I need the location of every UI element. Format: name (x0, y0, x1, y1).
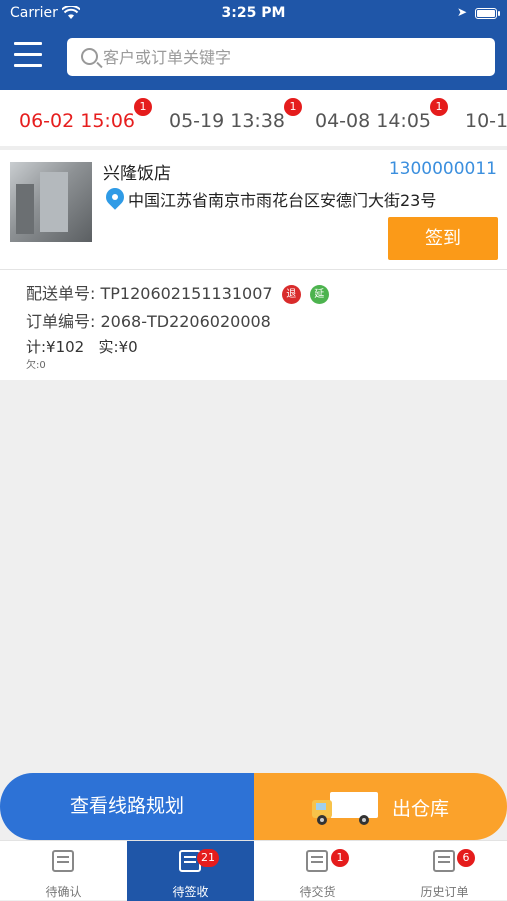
date-tab[interactable]: 06-02 15:06 1 (19, 98, 153, 132)
date-tab-badge: 1 (134, 98, 153, 116)
total-amount: 计:¥102 (26, 338, 85, 356)
top-navbar (0, 28, 507, 90)
tab-pending-signin[interactable]: 21 待签收 (127, 841, 254, 901)
leave-warehouse-label: 出仓库 (392, 798, 450, 820)
search-icon (81, 48, 98, 65)
signin-button[interactable]: 签到 (388, 217, 498, 260)
date-tabs: 06-02 15:06 1 05-19 13:38 1 04-08 14:05 … (0, 90, 507, 146)
order-card[interactable]: 兴隆饭店 1300000011 中国江苏省南京市雨花台区安德门大街23号 签到 … (0, 150, 507, 380)
tab-badge: 21 (197, 849, 219, 867)
truck-icon (312, 792, 378, 825)
tab-label: 待签收 (172, 885, 209, 899)
battery-icon (475, 8, 497, 19)
search-box[interactable] (67, 38, 495, 76)
date-tab[interactable]: 05-19 13:38 1 (169, 98, 303, 132)
confirm-icon (52, 850, 74, 872)
battery-tip (498, 11, 500, 16)
history-icon (433, 850, 455, 872)
tab-label: 历史订单 (420, 885, 469, 899)
date-tab-label: 06-02 15:06 (19, 110, 136, 132)
shop-name: 兴隆饭店 (103, 164, 171, 184)
tab-label: 待交货 (299, 885, 336, 899)
location-pin-icon (102, 184, 128, 210)
search-input[interactable] (103, 38, 483, 76)
phone-link[interactable]: 1300000011 (389, 159, 497, 179)
shop-photo (10, 162, 92, 242)
amounts: 计:¥102 实:¥0 (26, 336, 138, 357)
tab-pending-confirm[interactable]: 待确认 (0, 841, 127, 901)
order-number: 订单编号: 2068-TD2206020008 (26, 312, 271, 331)
tab-badge: 1 (331, 849, 349, 867)
delay-tag: 延 (309, 285, 329, 304)
date-tab-label: 10-19 (465, 110, 507, 132)
address: 中国江苏省南京市雨花台区安德门大街23号 (128, 191, 437, 210)
tab-pending-delivery[interactable]: 1 待交货 (254, 841, 381, 901)
menu-icon[interactable] (14, 42, 42, 72)
delivery-number-text: 配送单号: TP120602151131007 (26, 284, 273, 303)
status-bar: Carrier 3:25 PM ➤ (0, 0, 507, 28)
date-tab-badge: 1 (284, 98, 303, 116)
date-tab-badge: 1 (430, 98, 449, 116)
route-plan-button[interactable]: 查看线路规划 (0, 773, 254, 840)
location-icon: ➤ (456, 5, 467, 19)
actual-amount: 实:¥0 (98, 338, 138, 356)
tab-badge: 6 (457, 849, 475, 867)
date-tab[interactable]: 10-19 (465, 110, 507, 132)
delivery-list-icon (306, 850, 328, 872)
owed-amount: 欠:0 (26, 360, 46, 371)
tab-history-orders[interactable]: 6 历史订单 (381, 841, 507, 901)
status-time: 3:25 PM (221, 5, 286, 21)
return-tag: 退 (281, 285, 301, 304)
date-tab[interactable]: 04-08 14:05 1 (315, 98, 449, 132)
bottom-tabbar: 待确认 21 待签收 1 待交货 6 历史订单 (0, 840, 507, 901)
date-tab-label: 04-08 14:05 (315, 110, 432, 132)
date-tab-label: 05-19 13:38 (169, 110, 286, 132)
divider (0, 269, 507, 270)
leave-warehouse-button[interactable]: 出仓库 (254, 773, 507, 840)
tab-label: 待确认 (45, 885, 82, 899)
delivery-number: 配送单号: TP120602151131007 退 延 (26, 280, 329, 304)
